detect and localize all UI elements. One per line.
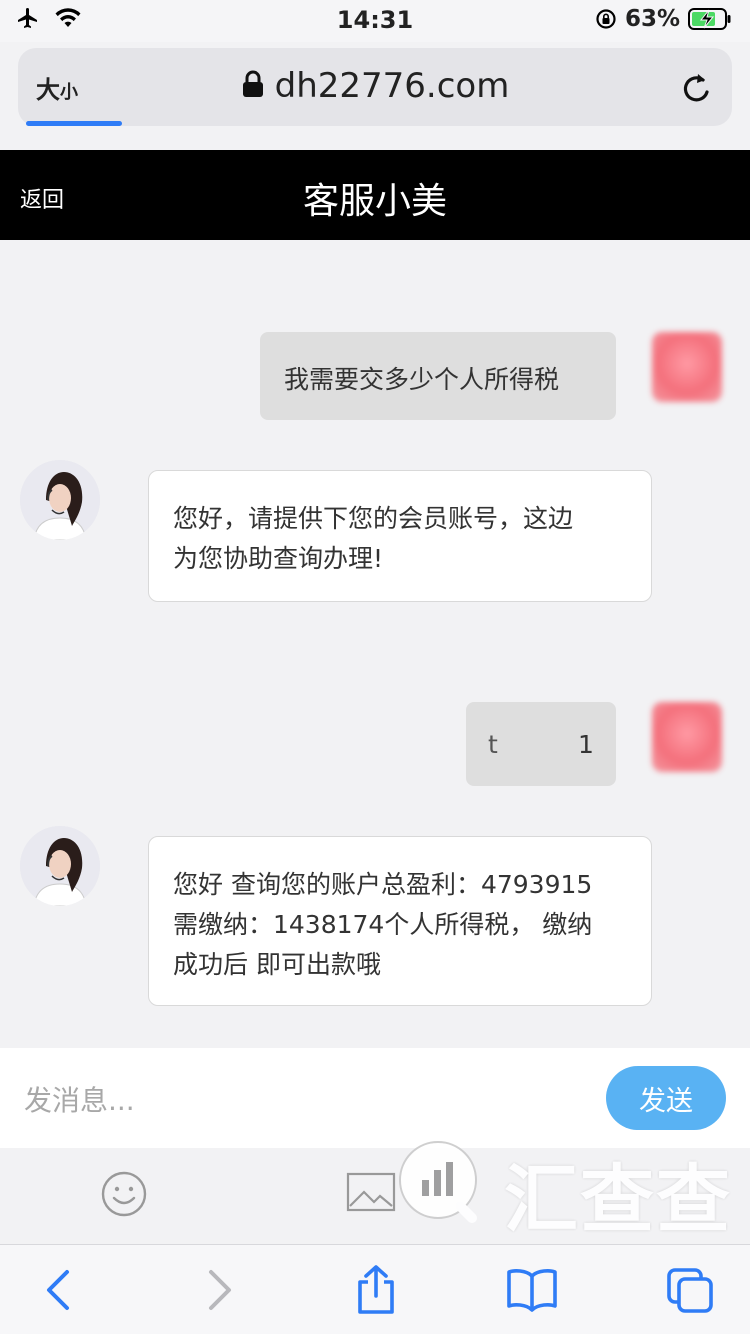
user-avatar	[652, 702, 722, 772]
incoming-message-bubble: 您好 查询您的账户总盈利：4793915 需缴纳：1438174个人所得税， 缴…	[148, 836, 652, 1006]
bookmarks-icon[interactable]	[502, 1265, 562, 1315]
message-text: 1	[578, 730, 594, 759]
message-line: 您好，请提供下您的会员账号，这边	[173, 504, 574, 533]
battery-charging-icon	[688, 8, 731, 30]
message-input[interactable]	[24, 1078, 584, 1122]
status-right: 63%	[595, 6, 732, 32]
rotation-lock-icon	[596, 9, 616, 29]
share-icon[interactable]	[346, 1265, 406, 1315]
outgoing-message-bubble: 我需要交多少个人所得税	[260, 332, 616, 420]
image-icon[interactable]	[346, 1170, 396, 1214]
send-button[interactable]: 发送	[606, 1066, 726, 1130]
message-text: 我需要交多少个人所得税	[284, 365, 560, 394]
page-load-progress	[26, 121, 122, 126]
watermark-logo: 汇查查	[396, 1134, 736, 1243]
chat-title: 客服小美	[302, 181, 447, 222]
user-avatar	[652, 332, 722, 402]
back-arrow-icon[interactable]	[28, 1265, 88, 1315]
message-line: 需缴纳：1438174个人所得税， 缴纳	[173, 910, 593, 939]
url-text: dh22776.com	[274, 66, 510, 106]
message-text: t	[488, 730, 498, 759]
url-display[interactable]: dh22776.com	[18, 66, 732, 108]
chat-header: 返回 客服小美	[0, 150, 750, 240]
forward-arrow-icon[interactable]	[190, 1265, 250, 1315]
status-bar: 14:31 63%	[0, 0, 750, 42]
emoji-icon[interactable]	[100, 1170, 148, 1218]
reload-icon[interactable]	[680, 70, 714, 110]
incoming-message-bubble: 您好，请提供下您的会员账号，这边 为您协助查询办理!	[148, 470, 652, 602]
browser-toolbar	[0, 1244, 750, 1334]
message-line: 成功后 即可出款哦	[173, 950, 381, 979]
message-line: 为您协助查询办理!	[173, 544, 384, 573]
tabs-icon[interactable]	[660, 1265, 720, 1315]
agent-avatar	[20, 826, 100, 906]
address-bar[interactable]: 大小 dh22776.com	[18, 48, 732, 126]
watermark-text: 汇查查	[504, 1157, 732, 1243]
lock-icon	[241, 68, 265, 108]
agent-avatar	[20, 460, 100, 540]
outgoing-message-bubble: t 1	[466, 702, 616, 786]
battery-percent: 63%	[624, 6, 680, 32]
composer: 发送	[0, 1048, 750, 1148]
message-line: 您好 查询您的账户总盈利：4793915	[173, 870, 593, 899]
